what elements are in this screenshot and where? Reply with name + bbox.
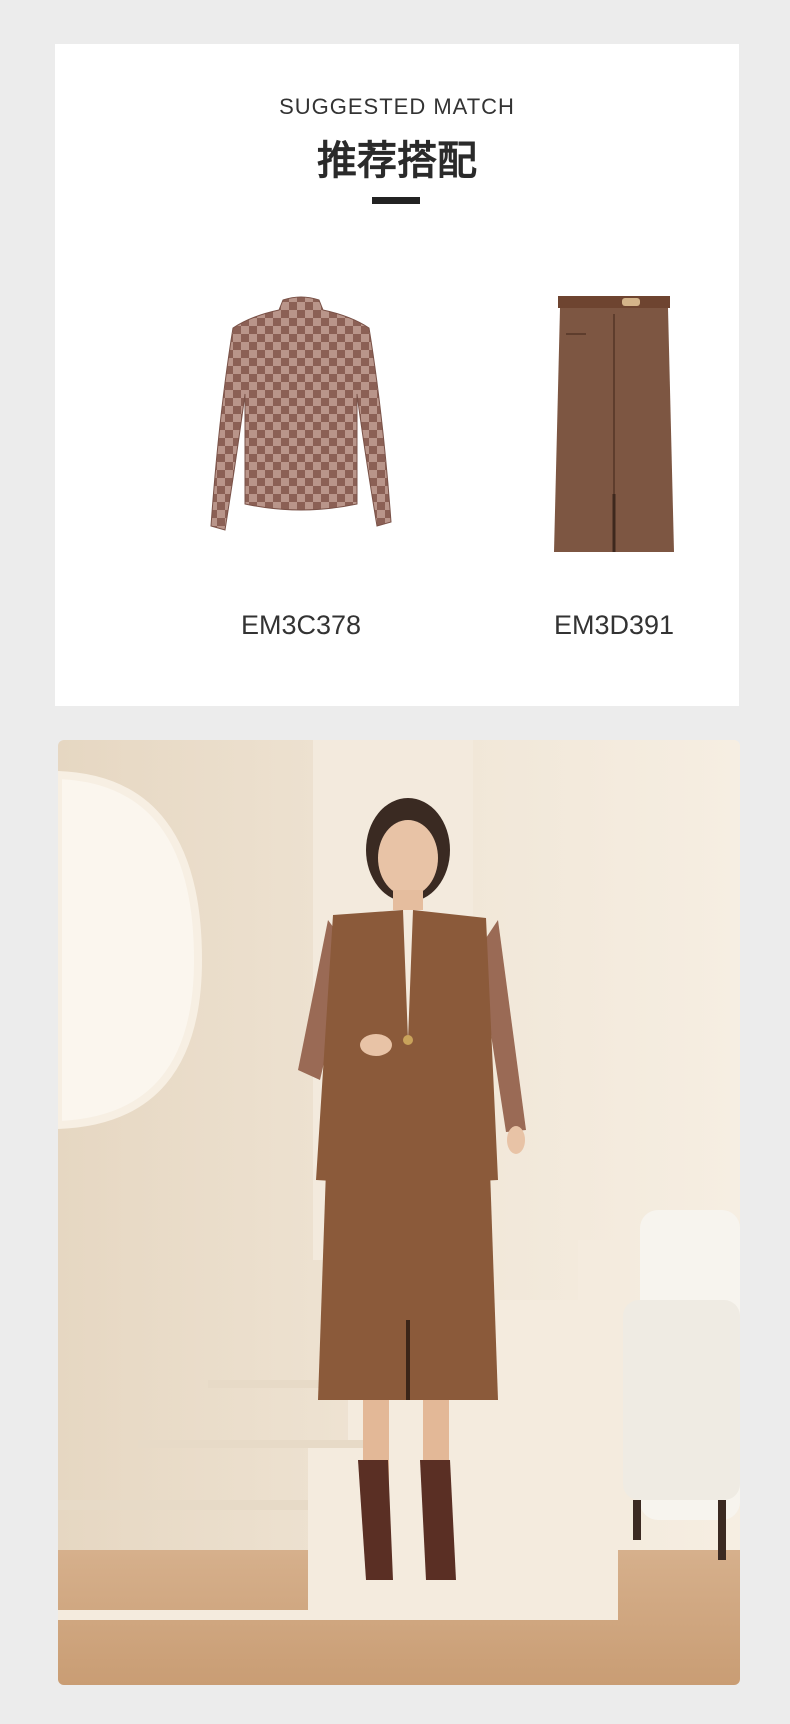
- skirt-garment-icon: [554, 296, 674, 552]
- section-title: 推荐搭配: [317, 138, 477, 184]
- product-item-skirt[interactable]: [484, 294, 744, 584]
- product-code-skirt[interactable]: EM3D391: [484, 610, 744, 641]
- model-photo: [58, 740, 740, 1685]
- product-code-top[interactable]: EM3C378: [171, 610, 431, 641]
- suggested-match-card: SUGGESTED MATCH 推荐搭配 EM3C378 EM3D391: [55, 44, 739, 706]
- title-underline: [372, 197, 420, 204]
- section-subtitle: SUGGESTED MATCH: [279, 94, 515, 119]
- top-garment-icon: [210, 296, 392, 531]
- product-item-top[interactable]: [171, 294, 431, 584]
